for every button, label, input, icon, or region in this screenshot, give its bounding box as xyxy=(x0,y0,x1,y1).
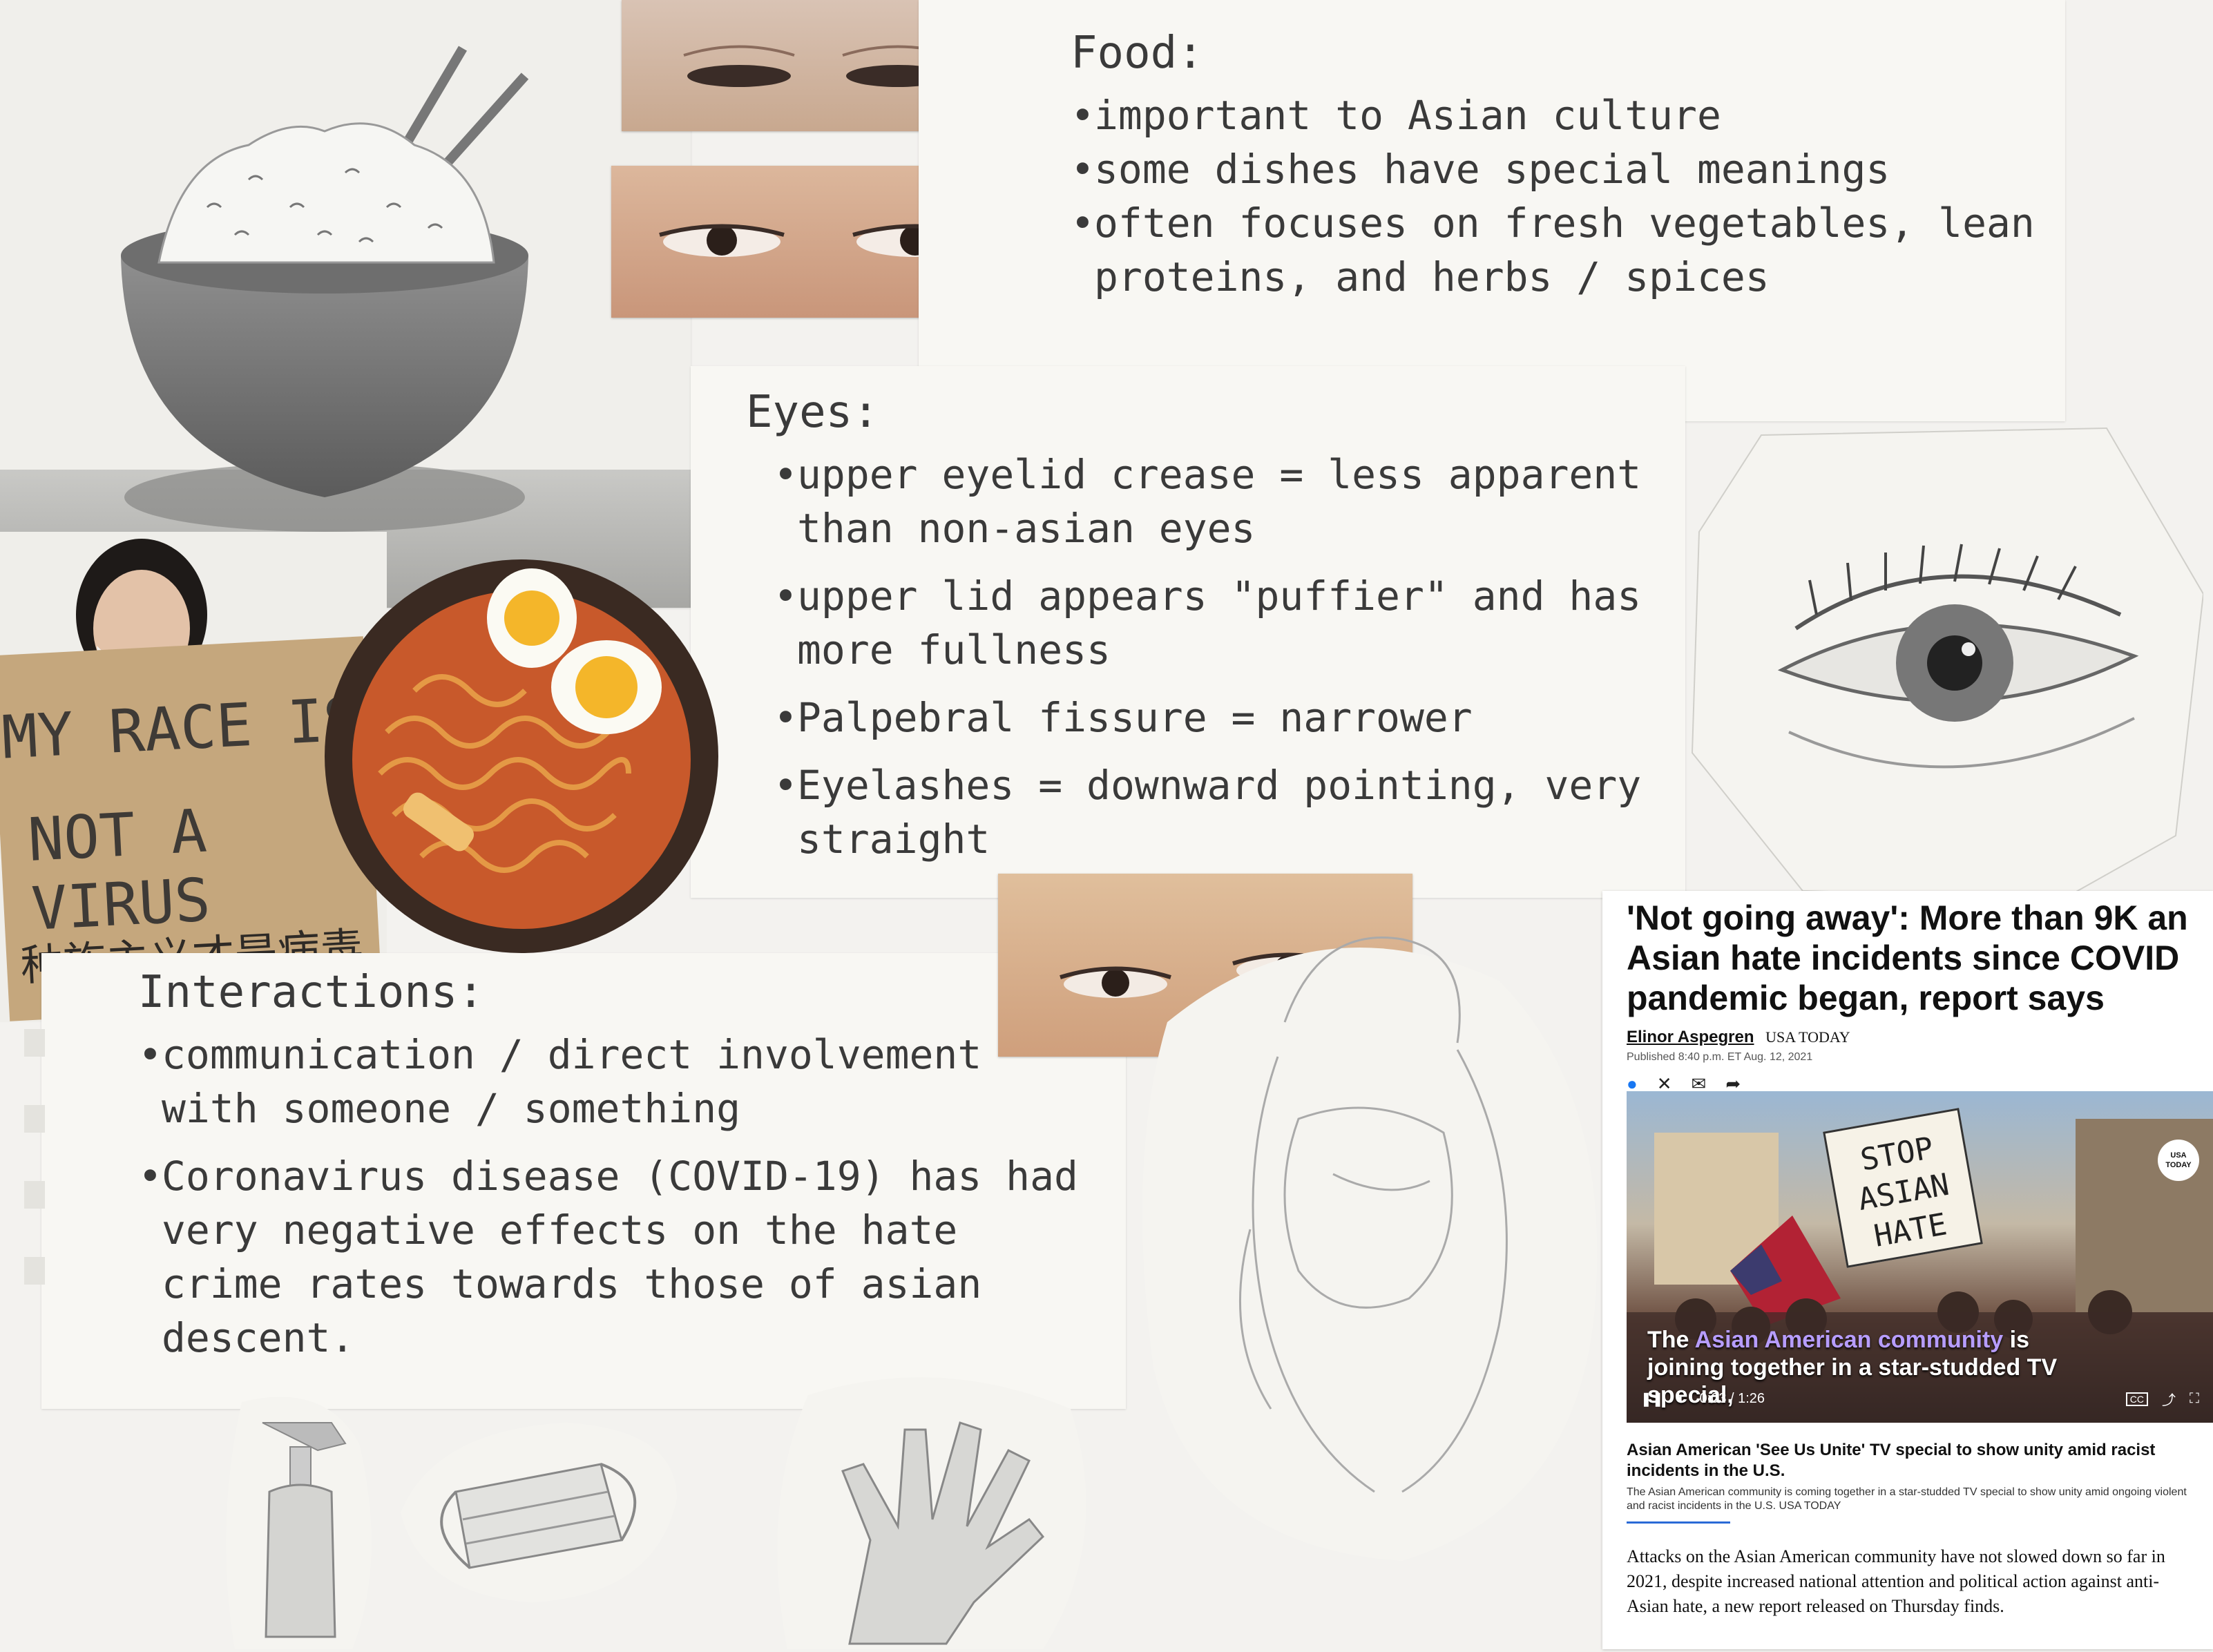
volume-icon[interactable]: 🔈︎ xyxy=(1678,1391,1686,1407)
interactions-note-title: Interactions: xyxy=(138,967,484,1018)
food-note-title: Food: xyxy=(1071,28,1204,79)
video-time: 0:03 / 1:26 xyxy=(1699,1391,1765,1406)
pause-icon[interactable]: ❚❚ xyxy=(1640,1390,1664,1408)
captions-icon[interactable]: CC xyxy=(2125,1392,2148,1406)
news-author[interactable]: Elinor Aspegren xyxy=(1627,1028,1754,1046)
eyes-note-item: upper eyelid crease = less apparent than… xyxy=(774,448,1644,555)
video-title[interactable]: Asian American 'See Us Unite' TV special… xyxy=(1627,1440,2200,1481)
video-badge: USA TODAY xyxy=(2158,1140,2199,1181)
food-note-item: important to Asian culture xyxy=(1071,88,2051,142)
video-sign: STOP ASIAN HATE xyxy=(1823,1108,1983,1268)
news-published: Published 8:40 p.m. ET Aug. 12, 2021 xyxy=(1627,1051,1813,1063)
eyes-note: Eyes: upper eyelid crease = less apparen… xyxy=(691,366,1685,898)
news-outlet: USA TODAY xyxy=(1765,1028,1850,1046)
eyes-note-item: Palpebral fissure = narrower xyxy=(774,691,1644,745)
ramen-photo xyxy=(325,553,718,960)
eye-sketch xyxy=(1678,421,2205,905)
eyes-note-item: upper lid appears "puffier" and has more… xyxy=(774,569,1644,677)
rice-bowl-sketch xyxy=(0,46,691,608)
food-note-item: some dishes have special meanings xyxy=(1071,142,2051,196)
news-headline[interactable]: 'Not going away': More than 9K an Asian … xyxy=(1627,898,2207,1018)
protest-sign-line1: MY RACE IS xyxy=(0,684,361,773)
video-controls: ❚❚ 🔈︎ 0:03 / 1:26 CC ⤴ ⛶ xyxy=(1640,1389,2199,1409)
video-description: The Asian American community is coming t… xyxy=(1627,1486,2187,1512)
glove-sketch xyxy=(767,1367,1105,1649)
notebook-perforations xyxy=(24,1029,45,1354)
video-caption-highlight: Asian American community xyxy=(1694,1327,2004,1353)
eyes-note-item: Eyelashes = downward pointing, very stra… xyxy=(774,758,1644,866)
news-clipping: 'Not going away': More than 9K an Asian … xyxy=(1602,891,2213,1649)
video-player[interactable]: STOP ASIAN HATE USA TODAY The Asian Amer… xyxy=(1627,1091,2213,1423)
hug-sketch xyxy=(1112,884,1637,1575)
share-icon[interactable]: ⤴ xyxy=(2162,1389,2176,1409)
food-note: Food: important to Asian culture some di… xyxy=(919,0,2065,421)
spray-bottle-sketch xyxy=(214,1388,387,1649)
face-mask-sketch xyxy=(394,1416,684,1609)
fullscreen-icon[interactable]: ⛶ xyxy=(2190,1391,2199,1407)
video-caption-pre: The xyxy=(1647,1327,1695,1353)
interactions-note-item: communication / direct involvement with … xyxy=(138,1028,1091,1135)
interactions-note-item: Coronavirus disease (COVID-19) has had v… xyxy=(138,1149,1091,1365)
news-body: Attacks on the Asian American community … xyxy=(1627,1546,2165,1616)
food-note-item: often focuses on fresh vegetables, lean … xyxy=(1071,196,2051,304)
divider xyxy=(1627,1521,1730,1524)
interactions-note: Interactions: communication / direct inv… xyxy=(41,953,1126,1409)
rice-bowl-drawing xyxy=(0,0,691,608)
eyes-note-title: Eyes: xyxy=(746,387,879,438)
